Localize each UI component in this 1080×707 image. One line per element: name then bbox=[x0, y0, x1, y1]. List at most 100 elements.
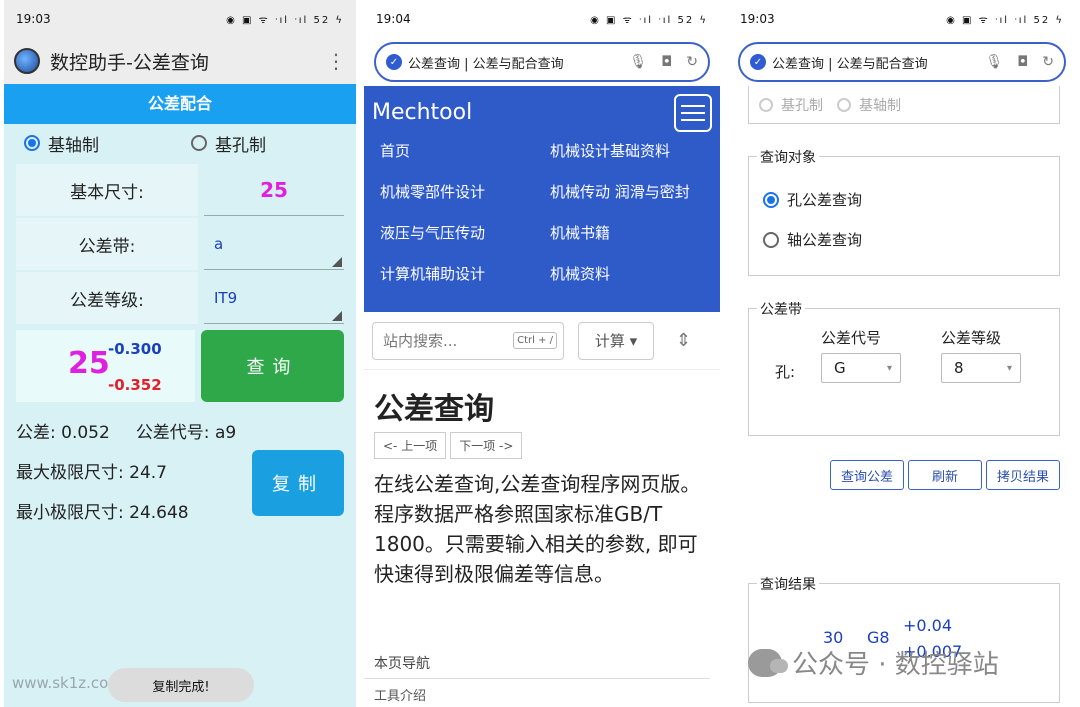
status-icons: ◉ ▣ ᯤ ᐧıl ᐧıl 52 ϟ bbox=[226, 15, 344, 26]
nav-link[interactable]: 计算机辅助设计 bbox=[380, 263, 550, 284]
fit-system-fieldset: 基孔制 基轴制 bbox=[748, 86, 1060, 124]
tolerance-band-select[interactable]: a bbox=[204, 218, 344, 270]
radio-checked-icon bbox=[763, 191, 779, 208]
tolerance-grade-row: 公差等级: IT9 bbox=[16, 272, 344, 324]
system-shaft-label: 基轴制 bbox=[859, 97, 901, 114]
tolerance-info: 公差: 0.052 公差代号: a9 bbox=[16, 410, 356, 450]
limits-block: 最大极限尺寸: 24.7 最小极限尺寸: 24.648 复制 bbox=[4, 450, 356, 530]
app-header: 数控助手-公差查询 ⋮ bbox=[4, 38, 356, 84]
reload-icon[interactable]: ↻ bbox=[686, 54, 698, 70]
copy-button[interactable]: 复制 bbox=[252, 450, 344, 516]
nav-link[interactable]: 首页 bbox=[380, 140, 550, 161]
copy-toast: 复制完成! bbox=[108, 668, 254, 702]
query-tolerance-button[interactable]: 查询公差 bbox=[830, 460, 904, 490]
hole-query-label: 孔公差查询 bbox=[787, 191, 863, 209]
url-text: 公差查询 | 公差与配合查询 bbox=[408, 56, 564, 72]
camera-icon[interactable]: ◘ bbox=[661, 54, 672, 70]
page-nav-heading: 本页导航 bbox=[364, 649, 710, 679]
basic-size-label: 基本尺寸: bbox=[16, 164, 198, 216]
result-legend: 查询结果 bbox=[757, 574, 819, 594]
status-time: 19:03 bbox=[16, 12, 51, 26]
next-button[interactable]: 下一项 -> bbox=[450, 432, 523, 459]
status-time: 19:03 bbox=[740, 12, 775, 26]
result-row: 25 -0.300 -0.352 查询 bbox=[16, 330, 344, 402]
address-bar[interactable]: ✓ 公差查询 | 公差与配合查询 🎙 ◘ ↻ bbox=[374, 42, 710, 82]
tolerance-value: 公差: 0.052 bbox=[16, 422, 110, 443]
radio-checked-icon bbox=[24, 135, 40, 151]
mechtool-browser-screen: 19:04 ◉ ▣ ᯤ ᐧıl ᐧıl 52 ϟ ✓ 公差查询 | 公差与配合查… bbox=[364, 0, 720, 707]
radio-shaft-label: 基轴制 bbox=[48, 135, 99, 156]
overflow-menu-icon[interactable]: ⋮ bbox=[326, 49, 346, 73]
query-object-legend: 查询对象 bbox=[757, 147, 819, 167]
site-watermark: www.sk1z.com bbox=[12, 674, 123, 692]
address-bar[interactable]: ✓ 公差查询 | 公差与配合查询 🎙 ◘ ↻ bbox=[738, 42, 1066, 82]
radio-unchecked-icon bbox=[763, 231, 779, 248]
mic-icon[interactable]: 🎙 bbox=[985, 54, 1003, 70]
nav-link[interactable]: 机械零部件设计 bbox=[380, 181, 550, 202]
status-icons: ◉ ▣ ᯤ ᐧıl ᐧıl 52 ϟ bbox=[946, 15, 1064, 26]
tolerance-app-screen: 19:03 ◉ ▣ ᯤ ᐧıl ᐧıl 52 ϟ 数控助手-公差查询 ⋮ 公差配… bbox=[4, 0, 356, 707]
copy-result-button[interactable]: 拷贝结果 bbox=[986, 460, 1060, 490]
tool-intro-link[interactable]: 工具介绍 bbox=[364, 685, 720, 704]
nav-link[interactable]: 液压与气压传动 bbox=[380, 222, 550, 243]
tolerance-band-row: 公差带: a bbox=[16, 218, 344, 270]
app-logo-icon bbox=[14, 48, 40, 74]
pager: <- 上一项 下一项 -> bbox=[364, 432, 720, 459]
radio-hole-query[interactable]: 孔公差查询 bbox=[763, 189, 862, 210]
result-upper-deviation: +0.04 bbox=[903, 616, 953, 635]
basic-size-input[interactable]: 25 bbox=[204, 164, 344, 216]
result-upper-deviation: -0.300 bbox=[108, 340, 162, 358]
nav-link[interactable]: 机械书籍 bbox=[550, 222, 710, 243]
camera-icon[interactable]: ◘ bbox=[1017, 54, 1028, 70]
result-fieldset: 查询结果 30 G8 +0.04 +0.007 bbox=[748, 574, 1060, 703]
calc-dropdown[interactable]: 计算 ▾ bbox=[578, 321, 654, 360]
radio-shaft-basis[interactable]: 基轴制 bbox=[24, 131, 99, 156]
shield-icon: ✓ bbox=[750, 54, 766, 70]
query-object-fieldset: 查询对象 孔公差查询 轴公差查询 bbox=[748, 147, 1060, 276]
deviation-display: 25 -0.300 -0.352 bbox=[16, 330, 195, 402]
nav-links: 首页 机械设计基础资料 机械零部件设计 机械传动 润滑与密封 液压与气压传动 机… bbox=[380, 140, 710, 284]
tolerance-grade-select[interactable]: IT9 bbox=[204, 272, 344, 324]
status-bar: 19:03 ◉ ▣ ᯤ ᐧıl ᐧıl 52 ϟ bbox=[728, 0, 1076, 38]
url-text: 公差查询 | 公差与配合查询 bbox=[772, 56, 928, 72]
shield-icon: ✓ bbox=[386, 54, 402, 70]
radio-unchecked-icon[interactable] bbox=[837, 97, 851, 112]
tool-row: 站内搜索... Ctrl + / 计算 ▾ ⇕ bbox=[364, 312, 720, 370]
query-button[interactable]: 查询 bbox=[200, 330, 344, 402]
radio-hole-label: 基孔制 bbox=[215, 135, 266, 156]
system-hole-label: 基孔制 bbox=[781, 97, 823, 114]
basic-size-row: 基本尺寸: 25 bbox=[16, 164, 344, 216]
reload-icon[interactable]: ↻ bbox=[1042, 54, 1054, 70]
tolerance-band-label: 公差带: bbox=[16, 218, 198, 270]
status-bar: 19:03 ◉ ▣ ᯤ ᐧıl ᐧıl 52 ϟ bbox=[4, 0, 356, 38]
wechat-icon bbox=[748, 648, 788, 677]
watermark-text: 公众号 · 数控驿站 bbox=[792, 650, 999, 680]
nav-link[interactable]: 机械传动 润滑与密封 bbox=[550, 181, 710, 202]
radio-hole-basis[interactable]: 基孔制 bbox=[191, 131, 266, 156]
grade-column-label: 公差等级 bbox=[941, 329, 1002, 347]
scroll-toggle-icon[interactable]: ⇕ bbox=[676, 330, 691, 351]
wechat-watermark: 公众号 · 数控驿站 bbox=[748, 644, 999, 681]
tolerance-code-select[interactable]: G bbox=[821, 353, 901, 383]
result-lower-deviation: -0.352 bbox=[108, 376, 162, 394]
radio-unchecked-icon bbox=[191, 135, 207, 151]
site-nav: Mechtool 首页 机械设计基础资料 机械零部件设计 机械传动 润滑与密封 … bbox=[364, 86, 720, 312]
nav-link[interactable]: 机械设计基础资料 bbox=[550, 140, 710, 161]
mic-icon[interactable]: 🎙 bbox=[629, 54, 647, 70]
app-title: 数控助手-公差查询 bbox=[50, 51, 209, 74]
radio-unchecked-icon[interactable] bbox=[759, 97, 773, 112]
hamburger-menu-icon[interactable] bbox=[674, 94, 712, 132]
nav-link[interactable]: 机械资料 bbox=[550, 263, 710, 284]
result-base-size: 25 bbox=[68, 346, 110, 381]
tolerance-query-web-screen: 19:03 ◉ ▣ ᯤ ᐧıl ᐧıl 52 ϟ ✓ 公差查询 | 公差与配合查… bbox=[728, 0, 1076, 707]
status-icons: ◉ ▣ ᯤ ᐧıl ᐧıl 52 ϟ bbox=[590, 15, 708, 26]
status-time: 19:04 bbox=[376, 12, 411, 26]
radio-shaft-query[interactable]: 轴公差查询 bbox=[763, 229, 862, 250]
tolerance-grade-select[interactable]: 8 bbox=[941, 353, 1021, 383]
prev-button[interactable]: <- 上一项 bbox=[374, 432, 447, 459]
refresh-button[interactable]: 刷新 bbox=[908, 460, 982, 490]
shaft-query-label: 轴公差查询 bbox=[787, 231, 863, 249]
search-placeholder: 站内搜索... bbox=[383, 332, 458, 350]
site-search-input[interactable]: 站内搜索... Ctrl + / bbox=[372, 321, 564, 360]
site-brand[interactable]: Mechtool bbox=[372, 100, 472, 125]
